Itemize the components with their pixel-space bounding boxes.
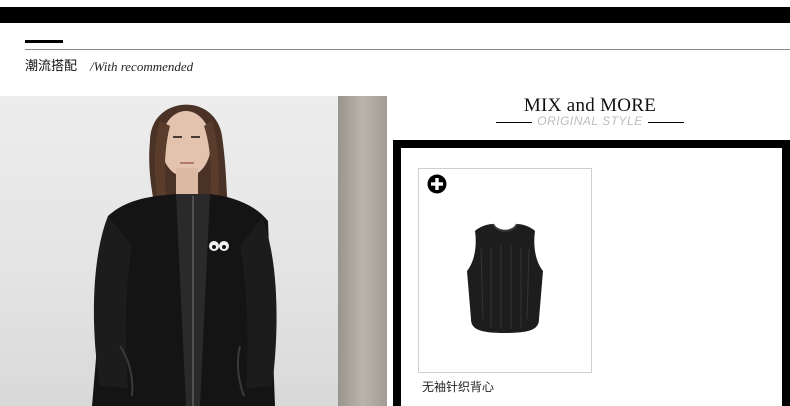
top-banner-bar [0, 7, 790, 23]
feature-line-left [496, 122, 532, 123]
section-title: 潮流搭配 [25, 59, 78, 74]
model-photo-illustration [92, 96, 387, 406]
feature-line-right [648, 122, 684, 123]
section-subtitle: /With recommended [90, 59, 194, 74]
section-divider [25, 49, 790, 50]
feature-subheading: ORIGINAL STYLE [537, 114, 643, 128]
product-image [467, 223, 543, 333]
product-name[interactable]: 无袖针织背心 [422, 379, 494, 395]
product-card[interactable] [418, 168, 592, 373]
plus-circle-icon[interactable] [427, 174, 447, 194]
section-accent-line [25, 40, 63, 43]
model-photo[interactable] [0, 96, 387, 406]
